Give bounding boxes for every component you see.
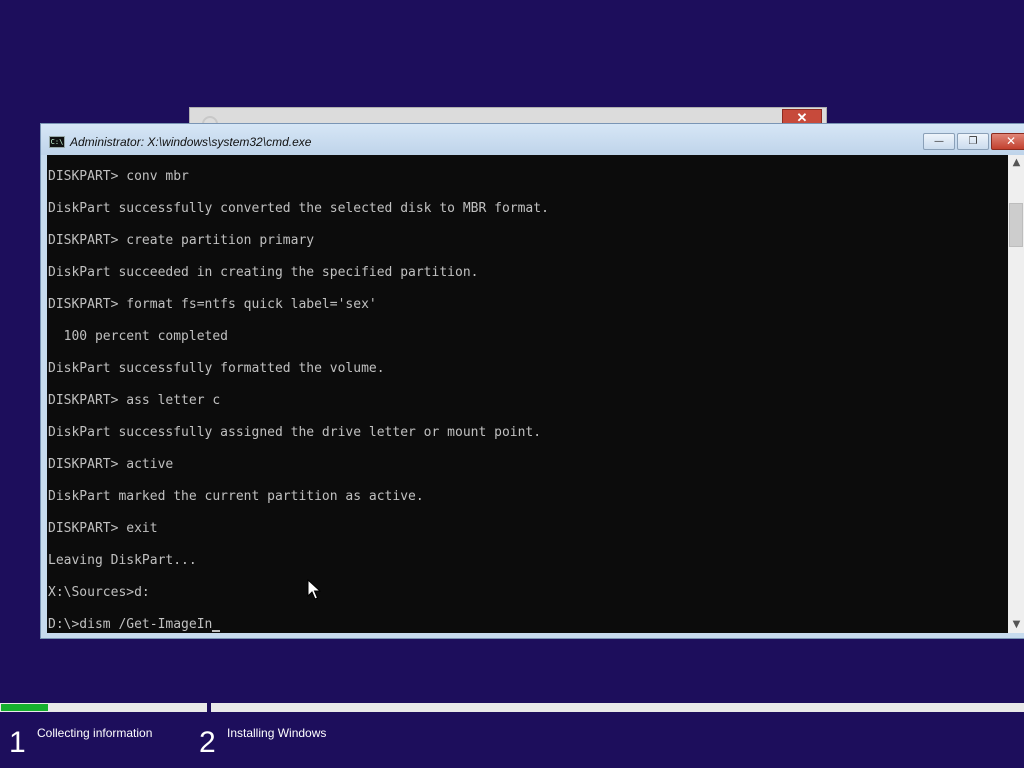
scroll-down-icon[interactable]: ▼ [1008,617,1024,633]
console-line: DiskPart succeeded in creating the speci… [48,265,479,280]
step-2-label: Installing Windows [227,726,327,740]
cmd-window: C:\ Administrator: X:\windows\system32\c… [40,123,1024,639]
vertical-scrollbar[interactable]: ▲ ▼ [1008,155,1024,633]
console-line: Leaving DiskPart... [48,553,197,568]
cmd-titlebar[interactable]: C:\ Administrator: X:\windows\system32\c… [41,124,1024,155]
progress-track-step-1 [0,703,207,712]
console-line: DISKPART> exit [48,521,158,536]
console-line: D:\>dism /Get-ImageIn [48,617,549,633]
minimize-button[interactable]: — [923,133,955,150]
progress-fill-step-1 [1,704,48,711]
window-title: Administrator: X:\windows\system32\cmd.e… [70,135,312,149]
step-2-number: 2 [199,726,216,759]
console-output[interactable]: DISKPART> conv mbr DiskPart successfully… [47,155,1008,633]
console-line: DISKPART> active [48,457,174,472]
console-app-icon[interactable]: C:\ [49,136,65,148]
console-line: X:\Sources>d: [48,585,150,600]
scroll-up-icon[interactable]: ▲ [1008,155,1024,171]
console-line: DiskPart marked the current partition as… [48,489,424,504]
maximize-button[interactable]: ❐ [957,133,989,150]
step-1-label: Collecting information [37,726,153,740]
mouse-pointer-icon [307,579,321,600]
console-line: DISKPART> ass letter c [48,393,221,408]
console-line: DiskPart successfully assigned the drive… [48,425,542,440]
close-button[interactable]: ✕ [991,133,1024,150]
console-line: DISKPART> conv mbr [48,169,189,184]
console-line: DISKPART> format fs=ntfs quick label='se… [48,297,377,312]
console-text: DISKPART> conv mbr DiskPart successfully… [48,169,549,633]
console-line: DiskPart successfully converted the sele… [48,201,549,216]
progress-track-step-2 [211,703,1024,712]
text-cursor [212,630,221,632]
console-line: DiskPart successfully formatted the volu… [48,361,385,376]
console-line: 100 percent completed [48,329,229,344]
step-1-number: 1 [9,726,26,759]
console-line: DISKPART> create partition primary [48,233,315,248]
scrollbar-thumb[interactable] [1009,203,1023,247]
